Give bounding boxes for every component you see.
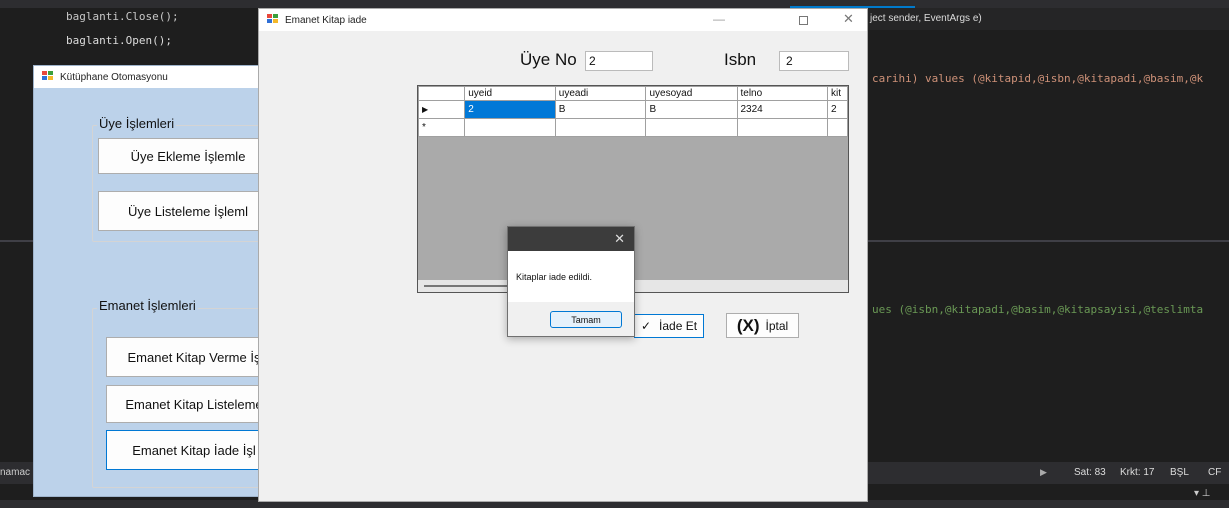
- ide-sql-line-1: carihi) values (@kitapid,@isbn,@kitapadi…: [872, 72, 1204, 85]
- uye-islemleri-label: Üye İşlemleri: [97, 116, 177, 131]
- app-icon: [267, 14, 280, 25]
- ide-pin-icon[interactable]: ▾ ⊥: [1194, 488, 1211, 499]
- grid-cell[interactable]: B: [554, 100, 647, 119]
- maximize-icon[interactable]: [799, 16, 808, 25]
- cancel-x-icon: (X): [736, 315, 760, 335]
- emanet-islemleri-label: Emanet İşlemleri: [97, 298, 198, 313]
- ide-sql-line-2: ues (@isbn,@kitapadi,@basim,@kitapsayisi…: [872, 303, 1204, 316]
- ide-status-encoding: CF: [1208, 467, 1222, 478]
- code-line-close: baglanti.Close();: [66, 10, 179, 23]
- grid-cell[interactable]: [736, 118, 829, 137]
- app-icon: [42, 71, 55, 82]
- grid-header-cell[interactable]: uyeadi: [554, 86, 647, 101]
- ide-status-col: Krkt: 17: [1120, 467, 1155, 478]
- ide-top-strip: [0, 0, 1229, 8]
- isbn-input[interactable]: 2: [779, 51, 849, 71]
- new-row-asterisk-icon[interactable]: *: [418, 118, 466, 137]
- close-icon[interactable]: ✕: [843, 11, 854, 27]
- message-dialog: ✕ Kitaplar iade edildi. Tamam: [507, 226, 635, 337]
- minimize-icon[interactable]: —: [713, 12, 725, 26]
- uye-ekleme-button[interactable]: Üye Ekleme İşlemle: [98, 138, 278, 174]
- grid-cell[interactable]: [645, 118, 738, 137]
- isbn-label: Isbn: [724, 50, 757, 69]
- main-window-titlebar: Kütüphane Otomasyonu: [34, 66, 262, 88]
- uye-listeleme-button[interactable]: Üye Listeleme İşleml: [98, 191, 278, 231]
- ide-status-mode: BŞL: [1170, 467, 1189, 478]
- table-row[interactable]: ▶ 2 B B 2324 2: [418, 100, 848, 119]
- main-window-title: Kütüphane Otomasyonu: [60, 71, 168, 83]
- row-selector-arrow-icon[interactable]: ▶: [418, 100, 466, 119]
- table-row-new[interactable]: *: [418, 118, 848, 137]
- grid-header-row: uyeid uyeadi uyesoyad telno kit: [418, 86, 848, 101]
- iptal-button[interactable]: (X) İptal: [726, 313, 799, 338]
- grid-cell[interactable]: 2: [827, 100, 848, 119]
- grid-corner-cell: [418, 86, 466, 101]
- ide-status-line: Sat: 83: [1074, 467, 1106, 478]
- grid-header-cell[interactable]: kit: [827, 86, 848, 101]
- dialog-titlebar: ✕: [508, 227, 634, 251]
- grid-cell[interactable]: [464, 118, 556, 137]
- iade-window-titlebar: Emanet Kitap iade — ✕: [259, 9, 867, 31]
- iade-et-label: İade Et: [659, 319, 698, 333]
- emanet-iade-button[interactable]: Emanet Kitap İade İşl: [106, 430, 282, 470]
- iptal-label: İptal: [765, 318, 789, 333]
- grid-cell[interactable]: 2: [464, 100, 556, 119]
- grid-header-cell[interactable]: telno: [736, 86, 829, 101]
- grid-header-cell[interactable]: uyesoyad: [645, 86, 738, 101]
- ide-left-cut-text: namac: [0, 467, 31, 478]
- dialog-close-icon[interactable]: ✕: [614, 231, 625, 247]
- grid-cell[interactable]: [554, 118, 647, 137]
- ide-status-arrow-icon: ▶: [1040, 467, 1047, 477]
- main-window: Kütüphane Otomasyonu Üye İşlemleri Üye E…: [33, 65, 282, 497]
- iade-et-button[interactable]: ✓ İade Et: [634, 314, 704, 338]
- grid-cell[interactable]: 2324: [736, 100, 829, 119]
- dialog-ok-button[interactable]: Tamam: [550, 311, 622, 328]
- ide-method-signature: ject sender, EventArgs e): [870, 13, 982, 24]
- emanet-listeleme-button[interactable]: Emanet Kitap Listeleme: [106, 385, 282, 423]
- uye-no-input[interactable]: 2: [585, 51, 653, 71]
- dialog-message: Kitaplar iade edildi.: [508, 251, 634, 302]
- grid-cell[interactable]: B: [645, 100, 738, 119]
- grid-cell[interactable]: [827, 118, 848, 137]
- uye-no-label: Üye No: [520, 50, 577, 69]
- code-line-open: baglanti.Open();: [66, 34, 172, 47]
- emanet-verme-button[interactable]: Emanet Kitap Verme İş: [106, 337, 282, 377]
- grid-header-cell[interactable]: uyeid: [464, 86, 556, 101]
- iade-window-title: Emanet Kitap iade: [285, 14, 367, 26]
- checkmark-icon: ✓: [640, 319, 652, 333]
